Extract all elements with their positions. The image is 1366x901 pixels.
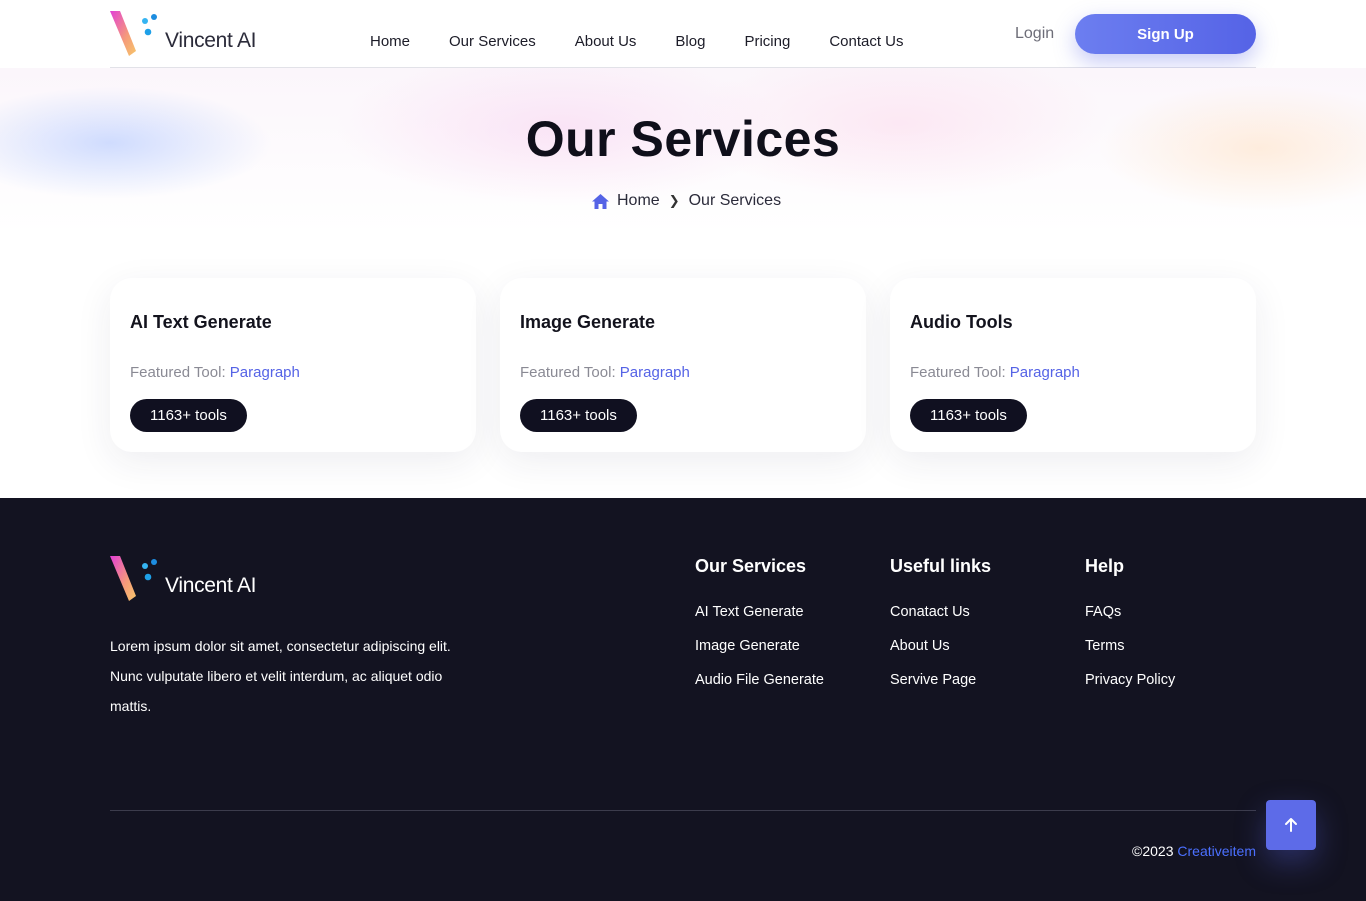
footer-divider bbox=[110, 810, 1256, 811]
nav-our-services[interactable]: Our Services bbox=[449, 33, 536, 50]
footer-column-title: Useful links bbox=[890, 556, 992, 576]
breadcrumb-current: Our Services bbox=[688, 192, 782, 209]
featured-tool-label: Featured Tool: bbox=[520, 364, 616, 381]
featured-tool-label: Featured Tool: bbox=[130, 364, 226, 381]
login-link[interactable]: Login bbox=[1015, 25, 1054, 43]
main-nav: Home Our Services About Us Blog Pricing … bbox=[370, 33, 943, 50]
brand-name: Vincent AI bbox=[165, 574, 257, 597]
tools-count-badge[interactable]: 1163+ tools bbox=[130, 399, 247, 432]
footer-link[interactable]: Image Generate bbox=[695, 638, 824, 654]
brand-name: Vincent AI bbox=[165, 29, 257, 52]
copyright: ©2023 Creativeitem bbox=[1132, 843, 1256, 859]
logo-mark-icon bbox=[110, 11, 157, 56]
tools-count-badge[interactable]: 1163+ tools bbox=[520, 399, 637, 432]
footer-about-text: Lorem ipsum dolor sit amet, consectetur … bbox=[110, 638, 451, 714]
page-hero: Our Services Home ❯ Our Services bbox=[0, 68, 1366, 234]
chevron-right-icon: ❯ bbox=[668, 193, 680, 208]
featured-tool-label: Featured Tool: bbox=[910, 364, 1006, 381]
footer-link[interactable]: AI Text Generate bbox=[695, 604, 824, 620]
footer-column-title: Our Services bbox=[695, 556, 807, 576]
home-icon bbox=[592, 193, 609, 209]
copyright-brand-link[interactable]: Creativeitem bbox=[1177, 843, 1256, 859]
service-card[interactable]: Image Generate Featured Tool: Paragraph … bbox=[500, 278, 866, 452]
brand-logo[interactable]: Vincent AI bbox=[110, 11, 270, 57]
site-footer: Vincent AI Lorem ipsum dolor sit amet, c… bbox=[0, 498, 1366, 901]
site-header: Vincent AI Home Our Services About Us Bl… bbox=[110, 0, 1256, 68]
nav-home[interactable]: Home bbox=[370, 33, 410, 50]
featured-tool-link[interactable]: Paragraph bbox=[620, 364, 690, 381]
service-card[interactable]: Audio Tools Featured Tool: Paragraph 116… bbox=[890, 278, 1256, 452]
page-title: Our Services bbox=[525, 111, 841, 167]
service-title: Audio Tools bbox=[910, 312, 1013, 332]
footer-link[interactable]: Terms bbox=[1085, 638, 1175, 654]
logo-mark-icon bbox=[110, 556, 157, 601]
signup-button[interactable]: Sign Up bbox=[1075, 14, 1256, 54]
featured-tool-link[interactable]: Paragraph bbox=[230, 364, 300, 381]
footer-column-help: Help FAQs Terms Privacy Policy bbox=[1085, 556, 1175, 706]
featured-tool: Featured Tool: Paragraph bbox=[910, 364, 1080, 381]
footer-link[interactable]: Privacy Policy bbox=[1085, 672, 1175, 688]
nav-blog[interactable]: Blog bbox=[675, 33, 705, 50]
breadcrumb: Home ❯ Our Services bbox=[592, 192, 781, 210]
service-card[interactable]: AI Text Generate Featured Tool: Paragrap… bbox=[110, 278, 476, 452]
service-title: Image Generate bbox=[520, 312, 656, 332]
featured-tool-link[interactable]: Paragraph bbox=[1010, 364, 1080, 381]
footer-link[interactable]: Conatact Us bbox=[890, 604, 991, 620]
featured-tool: Featured Tool: Paragraph bbox=[520, 364, 690, 381]
service-title: AI Text Generate bbox=[130, 312, 272, 332]
featured-tool: Featured Tool: Paragraph bbox=[130, 364, 300, 381]
services-grid: AI Text Generate Featured Tool: Paragrap… bbox=[110, 278, 1256, 452]
footer-column-useful-links: Useful links Conatact Us About Us Serviv… bbox=[890, 556, 991, 706]
nav-pricing[interactable]: Pricing bbox=[744, 33, 790, 50]
scroll-to-top-button[interactable] bbox=[1266, 800, 1316, 850]
arrow-up-icon bbox=[1285, 818, 1297, 832]
footer-column-title: Help bbox=[1085, 556, 1125, 576]
footer-link[interactable]: About Us bbox=[890, 638, 991, 654]
footer-link[interactable]: Audio File Generate bbox=[695, 672, 824, 688]
nav-contact-us[interactable]: Contact Us bbox=[829, 33, 903, 50]
tools-count-badge[interactable]: 1163+ tools bbox=[910, 399, 1027, 432]
footer-logo[interactable]: Vincent AI bbox=[110, 556, 270, 602]
footer-column-services: Our Services AI Text Generate Image Gene… bbox=[695, 556, 824, 706]
nav-about-us[interactable]: About Us bbox=[575, 33, 637, 50]
footer-link[interactable]: Servive Page bbox=[890, 672, 991, 688]
footer-link[interactable]: FAQs bbox=[1085, 604, 1175, 620]
breadcrumb-home[interactable]: Home bbox=[617, 192, 660, 210]
copyright-year: ©2023 bbox=[1132, 843, 1174, 859]
